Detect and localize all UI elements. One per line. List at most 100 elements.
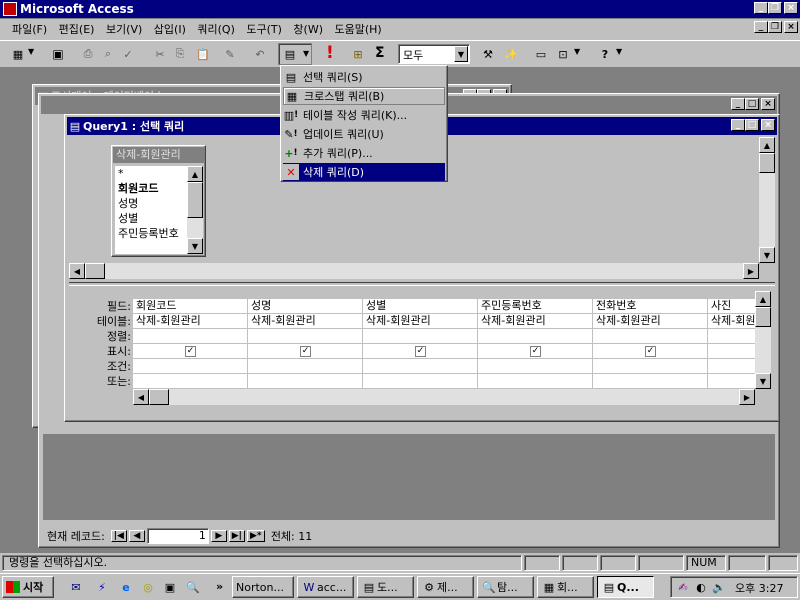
grid-or-cell[interactable] bbox=[133, 374, 248, 389]
menu-window[interactable]: 창(W) bbox=[289, 21, 327, 39]
record-number-field[interactable]: 1 bbox=[146, 528, 209, 544]
grid-sort-cell[interactable] bbox=[248, 329, 363, 344]
grid-or-cell[interactable] bbox=[363, 374, 478, 389]
menu-item-select-query[interactable]: ▤ 선택 쿼리(S) bbox=[283, 68, 445, 86]
grid-field-cell[interactable]: 성명 bbox=[248, 299, 363, 314]
new-record-button[interactable]: ▶* bbox=[246, 530, 265, 542]
grid-field-cell[interactable]: 회원코드 bbox=[133, 299, 248, 314]
grid-sort-cell[interactable] bbox=[133, 329, 248, 344]
menu-query[interactable]: 쿼리(Q) bbox=[193, 21, 238, 39]
format-painter-icon[interactable]: ✎ bbox=[222, 46, 238, 62]
print-preview-icon[interactable]: ⌕ bbox=[100, 46, 116, 62]
field-item-member-code[interactable]: 회원코드 bbox=[118, 181, 187, 196]
field-item-name[interactable]: 성명 bbox=[118, 196, 187, 211]
start-button[interactable]: 시작 bbox=[2, 576, 54, 598]
grid-or-cell[interactable] bbox=[708, 374, 755, 389]
undo-icon[interactable]: ↶ bbox=[252, 46, 268, 62]
task-word[interactable]: W acc... bbox=[297, 576, 354, 598]
grid-scroll-up[interactable]: ▲ bbox=[755, 291, 771, 307]
query-maximize-button[interactable]: □ bbox=[745, 119, 759, 131]
grid-criteria-cell[interactable] bbox=[478, 359, 593, 374]
form-close-button[interactable]: × bbox=[761, 98, 775, 110]
grid-sort-cell[interactable] bbox=[478, 329, 593, 344]
first-record-button[interactable]: |◀ bbox=[110, 530, 127, 542]
table-pane-vscroll-thumb[interactable] bbox=[759, 153, 775, 173]
next-record-button[interactable]: ▶ bbox=[210, 530, 227, 542]
app-titlebar[interactable]: Microsoft Access _ ❐ × bbox=[0, 0, 800, 18]
quicklaunch-overflow[interactable]: » bbox=[216, 580, 223, 593]
field-list[interactable]: 삭제-회원관리 * 회원코드 성명 성별 주민등록번호 ▲ ▼ bbox=[111, 145, 206, 257]
task-control[interactable]: ⚙ 제... bbox=[417, 576, 474, 598]
task-explorer[interactable]: 🔍 탐... bbox=[477, 576, 534, 598]
grid-criteria-cell[interactable] bbox=[708, 359, 755, 374]
grid-table-cell[interactable]: 삭제-회원관리 bbox=[248, 314, 363, 329]
grid-field-cell[interactable]: 사진 bbox=[708, 299, 755, 314]
grid-hscroll[interactable]: ◀ ▶ bbox=[133, 389, 755, 405]
close-button[interactable]: × bbox=[784, 2, 798, 14]
quicklaunch-desktop-icon[interactable]: ▣ bbox=[162, 579, 178, 595]
menu-file[interactable]: 파일(F) bbox=[8, 21, 51, 39]
field-list-scroll-up[interactable]: ▲ bbox=[187, 166, 203, 182]
grid-or-cell[interactable] bbox=[478, 374, 593, 389]
view-dropdown-arrow[interactable]: ▼ bbox=[28, 47, 34, 56]
quicklaunch-search-icon[interactable]: 🔍 bbox=[185, 579, 201, 595]
grid-sort-cell[interactable] bbox=[363, 329, 478, 344]
mdi-restore-button[interactable]: ❐ bbox=[768, 21, 782, 33]
task-member-table[interactable]: ▦ 회... bbox=[537, 576, 594, 598]
table-pane-scroll-right[interactable]: ▶ bbox=[743, 263, 759, 279]
field-list-scrollbar[interactable]: ▲ ▼ bbox=[187, 166, 203, 254]
quicklaunch-email-icon[interactable]: ✉ bbox=[68, 579, 84, 595]
grid-field-cell[interactable]: 성별 bbox=[363, 299, 478, 314]
menu-edit[interactable]: 편집(E) bbox=[55, 21, 99, 39]
grid-table-cell[interactable]: 삭제-회원 bbox=[708, 314, 755, 329]
grid-sort-cell[interactable] bbox=[593, 329, 708, 344]
menu-view[interactable]: 보기(V) bbox=[102, 21, 146, 39]
quicklaunch-outlook-icon[interactable]: ◎ bbox=[140, 579, 156, 595]
view-icon[interactable]: ▦ bbox=[10, 46, 26, 62]
grid-hscroll-thumb[interactable] bbox=[149, 389, 169, 405]
field-item-gender[interactable]: 성별 bbox=[118, 211, 187, 226]
database-window-icon[interactable]: ▭ bbox=[533, 46, 549, 62]
quicklaunch-app-icon[interactable]: ⚡ bbox=[94, 579, 110, 595]
combo-arrow[interactable]: ▼ bbox=[454, 46, 468, 62]
grid-table-cell[interactable]: 삭제-회원관리 bbox=[593, 314, 708, 329]
menu-item-crosstab-query[interactable]: ▦ 크로스탭 쿼리(B) bbox=[283, 87, 445, 105]
tray-app-icon[interactable]: ◐ bbox=[693, 579, 709, 595]
show-checkbox[interactable]: ✓ bbox=[300, 346, 311, 357]
top-values-combo[interactable]: 모두 ▼ bbox=[398, 44, 470, 64]
grid-table-cell[interactable]: 삭제-회원관리 bbox=[133, 314, 248, 329]
pane-splitter[interactable] bbox=[69, 282, 775, 286]
mdi-close-button[interactable]: × bbox=[784, 21, 798, 33]
query-type-button[interactable]: ▤ ▼ bbox=[278, 43, 312, 65]
table-pane-scroll-left[interactable]: ◀ bbox=[69, 263, 85, 279]
task-norton[interactable]: Norton... bbox=[232, 576, 294, 598]
grid-criteria-cell[interactable] bbox=[593, 359, 708, 374]
grid-criteria-cell[interactable] bbox=[363, 359, 478, 374]
show-checkbox[interactable]: ✓ bbox=[530, 346, 541, 357]
restore-button[interactable]: ❐ bbox=[768, 2, 782, 14]
table-pane-hscroll[interactable]: ◀ ▶ bbox=[69, 263, 759, 279]
paste-icon[interactable]: 📋 bbox=[195, 46, 211, 62]
table-pane-hscroll-thumb[interactable] bbox=[85, 263, 105, 279]
save-icon[interactable]: ▣ bbox=[50, 46, 66, 62]
grid-sort-cell[interactable] bbox=[708, 329, 755, 344]
field-list-scroll-down[interactable]: ▼ bbox=[187, 238, 203, 254]
field-list-title[interactable]: 삭제-회원관리 bbox=[113, 147, 204, 163]
show-checkbox[interactable]: ✓ bbox=[185, 346, 196, 357]
query-close-button[interactable]: × bbox=[761, 119, 775, 131]
grid-scroll-left[interactable]: ◀ bbox=[133, 389, 149, 405]
new-object-dropdown-arrow[interactable]: ▼ bbox=[574, 47, 580, 56]
grid-scroll-down[interactable]: ▼ bbox=[755, 373, 771, 389]
cut-icon[interactable]: ✂ bbox=[152, 46, 168, 62]
build-icon[interactable]: ✨ bbox=[503, 46, 519, 62]
grid-table-cell[interactable]: 삭제-회원관리 bbox=[478, 314, 593, 329]
show-checkbox[interactable]: ✓ bbox=[645, 346, 656, 357]
form-minimize-button[interactable]: _ bbox=[731, 98, 745, 110]
run-button[interactable]: ! bbox=[326, 43, 334, 63]
table-pane-vscroll[interactable]: ▲ ▼ bbox=[759, 137, 775, 263]
menu-item-delete-query[interactable]: ✕ 삭제 쿼리(D) bbox=[283, 163, 445, 181]
new-object-icon[interactable]: ⊡ bbox=[555, 46, 571, 62]
last-record-button[interactable]: ▶| bbox=[228, 530, 245, 542]
copy-icon[interactable]: ⎘ bbox=[172, 46, 188, 62]
prev-record-button[interactable]: ◀ bbox=[128, 530, 145, 542]
